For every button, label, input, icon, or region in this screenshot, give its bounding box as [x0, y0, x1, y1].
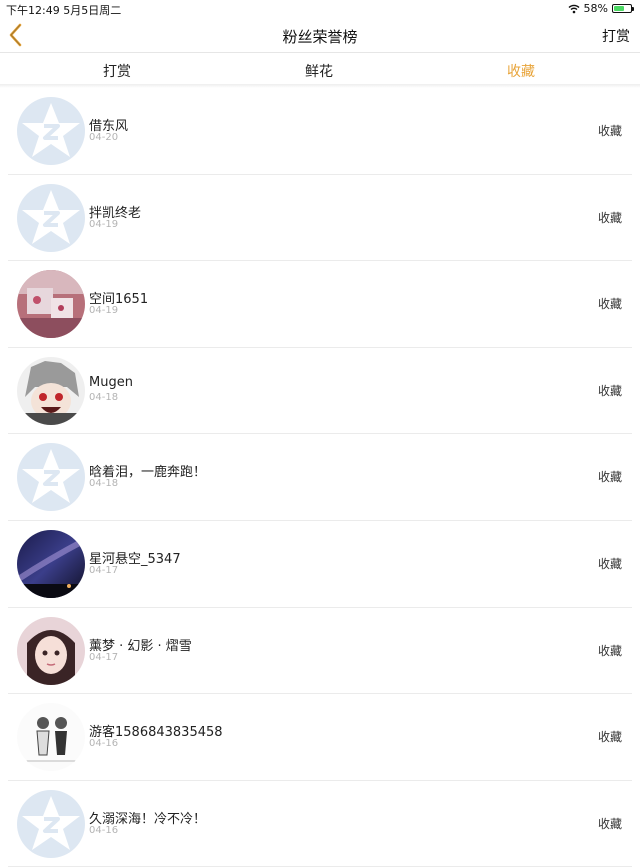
favorite-label: 收藏 [597, 816, 622, 831]
item-date: 04-18 [89, 478, 119, 490]
default-avatar-icon [17, 184, 85, 252]
tab-flowers[interactable]: 鲜花 [259, 61, 379, 81]
nav-bar: 粉丝荣誉榜 打赏 [0, 18, 640, 52]
anime-avatar [17, 356, 85, 425]
default-avatar-icon [17, 790, 85, 858]
favorite-label: 收藏 [597, 730, 622, 745]
favorite-label: 收藏 [597, 643, 622, 658]
reward-button[interactable]: 打赏 [602, 26, 630, 46]
default-avatar-icon [17, 97, 85, 165]
default-avatar-icon [17, 443, 85, 511]
list-item[interactable]: 借东风 04-20 收藏 [8, 88, 632, 175]
item-date: 04-18 [89, 391, 119, 403]
wifi-icon [568, 4, 580, 13]
tab-bar: 打赏 鲜花 收藏 [0, 52, 640, 85]
list-item[interactable]: 拌凯终老 04-19 收藏 [8, 175, 632, 262]
photo-avatar [17, 270, 85, 339]
galaxy-avatar [17, 529, 85, 598]
list-item[interactable]: 久溺深海！冷不冷！ 04-16 收藏 [8, 781, 632, 867]
item-date: 04-19 [89, 305, 119, 317]
favorite-label: 收藏 [597, 556, 622, 571]
favorites-list: 借东风 04-20 收藏 拌凯终老 04-19 收藏 空间1651 04-19 … [8, 88, 632, 867]
item-date: 04-16 [89, 824, 119, 836]
favorite-label: 收藏 [597, 124, 622, 138]
battery-icon [612, 4, 634, 13]
list-item[interactable]: 游客1586843835458 04-16 收藏 [8, 694, 632, 781]
favorite-label: 收藏 [597, 383, 622, 398]
tab-reward[interactable]: 打赏 [57, 61, 177, 81]
tab-favorites[interactable]: 收藏 [461, 61, 581, 81]
battery-percent: 58% [583, 2, 608, 15]
list-item[interactable]: 星河悬空_5347 04-17 收藏 [8, 521, 632, 608]
item-date: 04-19 [89, 218, 119, 230]
item-date: 04-17 [89, 651, 119, 663]
list-item[interactable]: 晗着泪，一鹿奔跑！ 04-18 收藏 [8, 434, 632, 521]
page-title: 粉丝荣誉榜 [282, 28, 358, 46]
sketch-avatar [17, 703, 85, 772]
favorite-label: 收藏 [597, 297, 622, 312]
status-bar: 下午12:49 5月5日周二 58% [0, 0, 640, 18]
user-name: Mugen [89, 374, 133, 390]
list-item[interactable]: 薰梦 · 幻影 · 熠雪 04-17 收藏 [8, 608, 632, 695]
favorite-label: 收藏 [597, 210, 622, 225]
status-right: 58% [568, 2, 634, 15]
list-item[interactable]: Mugen 04-18 收藏 [8, 348, 632, 435]
item-date: 04-17 [89, 564, 119, 576]
girl-avatar [17, 616, 85, 685]
item-date: 04-20 [89, 132, 119, 143]
item-date: 04-16 [89, 738, 119, 750]
status-time-date: 下午12:49 5月5日周二 [6, 4, 122, 17]
favorite-label: 收藏 [597, 470, 622, 485]
list-item[interactable]: 空间1651 04-19 收藏 [8, 261, 632, 348]
